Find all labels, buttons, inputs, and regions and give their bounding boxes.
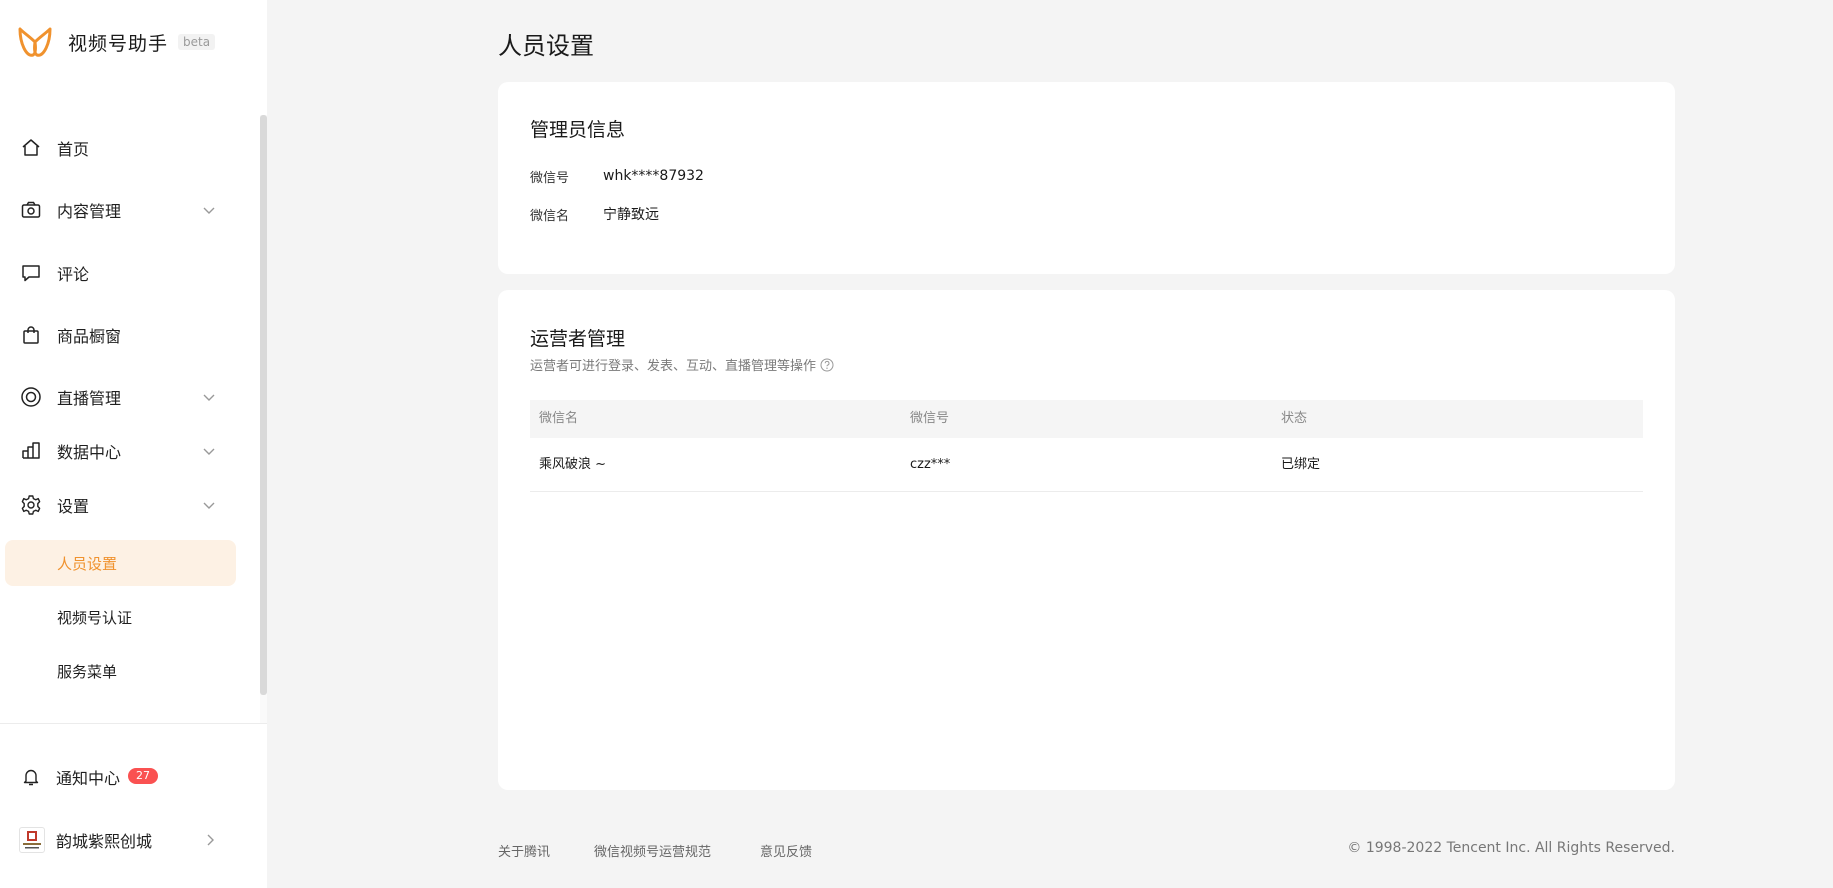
table-row[interactable]: 乘风破浪 ~ czz*** 已绑定 bbox=[530, 438, 1643, 492]
account-switcher[interactable]: 韵城紫熙创城 bbox=[0, 820, 240, 860]
table-header: 微信名 微信号 状态 bbox=[530, 400, 1643, 438]
notification-label: 通知中心 bbox=[56, 769, 121, 788]
operator-title: 运营者管理 bbox=[530, 328, 626, 350]
sidebar-footer bbox=[0, 724, 267, 888]
notification-center[interactable]: 通知中心 27 bbox=[0, 757, 240, 797]
camera-icon bbox=[20, 199, 42, 221]
help-icon[interactable] bbox=[820, 358, 834, 372]
sidebar-subitem-service-menu[interactable]: 服务菜单 bbox=[5, 648, 236, 694]
shopping-bag-icon bbox=[20, 324, 42, 346]
admin-wechat-id-value: whk****87932 bbox=[603, 168, 704, 184]
operator-wechat-id-cell: czz*** bbox=[910, 457, 951, 472]
notification-badge: 27 bbox=[128, 768, 158, 784]
footer-link-operation-rules[interactable]: 微信视频号运营规范 bbox=[594, 841, 711, 860]
operator-table: 微信名 微信号 状态 乘风破浪 ~ czz*** 已绑定 bbox=[530, 400, 1643, 492]
beta-badge: beta bbox=[178, 34, 216, 50]
comment-icon bbox=[20, 262, 42, 284]
chevron-right-icon bbox=[207, 834, 214, 846]
home-icon bbox=[20, 137, 42, 159]
sidebar-item-shop[interactable]: 商品橱窗 bbox=[0, 315, 240, 355]
sidebar-divider bbox=[0, 723, 267, 724]
chevron-down-icon bbox=[203, 448, 215, 455]
admin-wechat-name-label: 微信名 bbox=[530, 208, 570, 224]
sidebar-item-label: 数据中心 bbox=[57, 443, 122, 462]
sidebar-item-live[interactable]: 直播管理 bbox=[0, 377, 240, 417]
sidebar-subitem-staff-settings[interactable]: 人员设置 bbox=[5, 540, 236, 586]
sidebar-subitem-label: 人员设置 bbox=[57, 554, 118, 573]
admin-wechat-id-row: 微信号 whk****87932 bbox=[530, 166, 704, 186]
sidebar-subitem-label: 服务菜单 bbox=[57, 662, 118, 681]
sidebar-item-label: 评论 bbox=[57, 265, 90, 284]
bell-icon bbox=[20, 766, 42, 788]
admin-info-card: 管理员信息 微信号 whk****87932 微信名 宁静致远 bbox=[498, 82, 1675, 274]
sidebar-item-home[interactable]: 首页 bbox=[0, 128, 240, 168]
sidebar-item-settings[interactable]: 设置 bbox=[0, 485, 240, 525]
sidebar-item-data[interactable]: 数据中心 bbox=[0, 431, 240, 471]
sidebar-item-label: 首页 bbox=[57, 140, 90, 159]
sidebar-item-label: 内容管理 bbox=[57, 202, 122, 221]
footer-link-about-tencent[interactable]: 关于腾讯 bbox=[498, 841, 550, 860]
operator-management-card: 运营者管理 运营者可进行登录、发表、互动、直播管理等操作 微信名 微信号 状态 … bbox=[498, 290, 1675, 790]
chevron-down-icon bbox=[203, 394, 215, 401]
sidebar-scrollbar-thumb[interactable] bbox=[260, 115, 267, 695]
operator-description: 运营者可进行登录、发表、互动、直播管理等操作 bbox=[530, 355, 834, 374]
brand-name: 视频号助手 bbox=[68, 32, 169, 55]
logo-icon bbox=[18, 27, 52, 57]
page-title: 人员设置 bbox=[498, 32, 594, 60]
chevron-down-icon bbox=[203, 207, 215, 214]
sidebar-item-label: 设置 bbox=[57, 497, 90, 516]
bar-chart-icon bbox=[20, 440, 42, 462]
operator-description-text: 运营者可进行登录、发表、互动、直播管理等操作 bbox=[530, 359, 817, 374]
column-header-wechat-id: 微信号 bbox=[910, 411, 950, 426]
sidebar-subitem-label: 视频号认证 bbox=[57, 608, 133, 627]
admin-info-title: 管理员信息 bbox=[530, 119, 626, 141]
admin-wechat-id-label: 微信号 bbox=[530, 170, 570, 186]
copyright: © 1998-2022 Tencent Inc. All Rights Rese… bbox=[1347, 840, 1675, 856]
gear-icon bbox=[20, 494, 42, 516]
column-header-status: 状态 bbox=[1281, 411, 1308, 426]
column-header-wechat-name: 微信名 bbox=[539, 411, 579, 426]
avatar bbox=[19, 827, 45, 853]
footer-link-feedback[interactable]: 意见反馈 bbox=[760, 841, 812, 860]
sidebar-item-label: 商品橱窗 bbox=[57, 327, 122, 346]
sidebar: 视频号助手 beta 首页 内容管理 评论 商品橱窗 直播管理 数据中心 设置 … bbox=[0, 0, 267, 888]
operator-status-cell: 已绑定 bbox=[1281, 457, 1321, 472]
chevron-down-icon bbox=[203, 502, 215, 509]
operator-name-cell: 乘风破浪 ~ bbox=[539, 457, 607, 472]
sidebar-subitem-verification[interactable]: 视频号认证 bbox=[5, 594, 236, 640]
admin-wechat-name-row: 微信名 宁静致远 bbox=[530, 204, 659, 224]
live-icon bbox=[20, 386, 42, 408]
account-name: 韵城紫熙创城 bbox=[56, 832, 153, 851]
sidebar-item-comments[interactable]: 评论 bbox=[0, 253, 240, 293]
brand[interactable]: 视频号助手 beta bbox=[16, 22, 216, 62]
sidebar-item-label: 直播管理 bbox=[57, 389, 122, 408]
sidebar-item-content[interactable]: 内容管理 bbox=[0, 190, 240, 230]
admin-wechat-name-value: 宁静致远 bbox=[603, 207, 659, 223]
